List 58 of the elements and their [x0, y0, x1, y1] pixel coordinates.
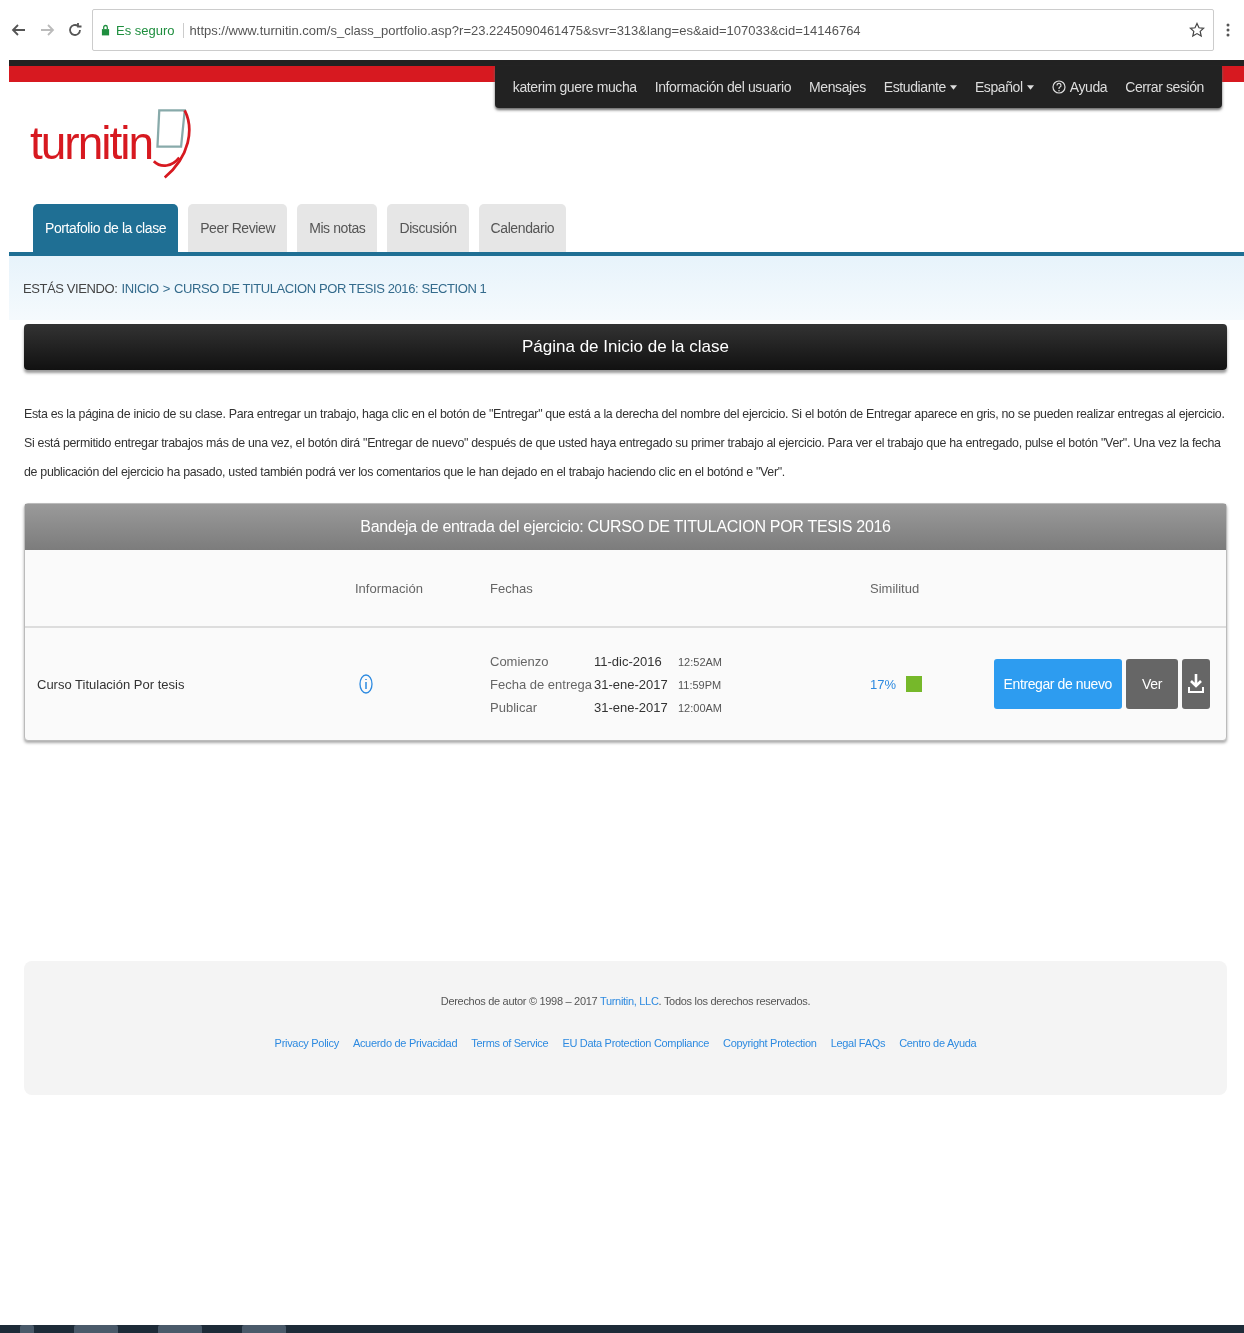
lock-icon [101, 24, 110, 36]
info-icon[interactable] [359, 674, 373, 694]
date-value: 31-ene-2017 [594, 676, 669, 692]
secure-label: Es seguro [116, 22, 184, 38]
tab[interactable]: Portafolio de la clase [33, 204, 179, 252]
download-button[interactable] [1182, 659, 1210, 709]
user-menu-link[interactable]: Información del usuario [654, 79, 792, 95]
start-button[interactable] [20, 1325, 34, 1333]
help-icon [1051, 80, 1066, 94]
date-label: Publicar [490, 699, 538, 715]
breadcrumb-link[interactable]: CURSO DE TITULACION POR TESIS 2016: SECTION 1 [174, 280, 487, 296]
footer-link[interactable]: Legal FAQs [830, 1037, 886, 1049]
caret-icon [949, 84, 957, 90]
tab[interactable]: Peer Review [188, 204, 288, 252]
user-menu-link[interactable]: Mensajes [809, 79, 866, 95]
column-header: Fechas [489, 580, 534, 596]
time-value: 11:59PM [678, 678, 722, 691]
tab[interactable]: Discusión [387, 204, 469, 252]
page-title: Página de Inicio de la clase [24, 324, 1227, 370]
caret-icon [1026, 84, 1034, 90]
user-menu-link[interactable]: katerim guere mucha [512, 79, 637, 95]
download-icon [1188, 672, 1204, 693]
footer-link[interactable]: Centro de Ayuda [899, 1037, 977, 1049]
company-link[interactable]: Turnitin, LLC [599, 995, 659, 1007]
similarity-link[interactable]: 17% [870, 676, 897, 692]
view-button[interactable]: Ver [1126, 659, 1178, 709]
tab[interactable]: Mis notas [297, 204, 378, 252]
footer-link[interactable]: Privacy Policy [274, 1037, 339, 1049]
address-bar[interactable]: Es seguro https://www.turnitin.com/s_class_portfolio.asp?r=23.2245090461475&svr=313&lang=es&aid=107033&cid=14146764 [92, 9, 1214, 51]
date-label: Comienzo [490, 653, 550, 669]
column-header: Similitud [869, 580, 921, 596]
breadcrumb-separator: > [162, 280, 171, 296]
turnitin-logo[interactable]: turnitin [30, 103, 193, 183]
date-value: 11-dic-2016 [594, 653, 663, 669]
breadcrumb-link[interactable]: INICIO [121, 280, 159, 296]
user-menu-link[interactable]: Ayuda [1051, 79, 1108, 95]
time-value: 12:52AM [678, 655, 723, 668]
breadcrumb-label: ESTÁS VIENDO: [23, 280, 118, 296]
user-menu-link[interactable]: Español [974, 79, 1034, 95]
time-value: 12:00AM [678, 701, 723, 714]
user-menu-link[interactable]: Cerrar sesión [1125, 79, 1204, 95]
column-header: Información [354, 580, 424, 596]
inbox-title: Bandeja de entrada del ejercicio: CURSO DE TITULACION POR TESIS 2016 [25, 504, 1226, 550]
footer-link[interactable]: Acuerdo de Privacidad [352, 1037, 458, 1049]
tab[interactable]: Calendario [478, 204, 567, 252]
date-label: Fecha de entrega [490, 676, 590, 692]
footer-link[interactable]: Terms of Service [471, 1037, 549, 1049]
footer-link[interactable]: EU Data Protection Compliance [562, 1037, 709, 1049]
resubmit-button[interactable]: Entregar de nuevo [993, 659, 1122, 709]
square-icon [906, 676, 923, 692]
intro-paragraph: Esta es la página de inicio de su clase. Para entregar un trabajo, haga clic en el botón de "Entregar" que está a la derecha del nombre del ejercicio. Si el botón de Entregar aparece en gris, no se pueden realizar entregas al ejercicio. Si está permitido entregar trabajos más de una vez, el botón dirá "Entregar de nuevo" después de que usted haya entregado su primer trabajo al ejercicio. Para ver el trabajo que ha entregado, pulse el botón "Ver". Una vez la fecha de publicación del ejercicio ha pasado, usted también podrá ver los comentarios que le han dejado en el trabajo haciendo clic en el botónd e "Ver". [24, 406, 1226, 481]
copyright-text: Derechos de autor © 1998 – 2017 Turnitin, LLC. Todos los derechos reservados. [440, 995, 811, 1007]
assignment-name: Curso Titulación Por tesis [36, 676, 186, 692]
url-text: https://www.turnitin.com/s_class_portfolio.asp?r=23.2245090461475&svr=313&lang=es&aid=107033&cid=14146764 [189, 22, 862, 38]
date-value: 31-ene-2017 [594, 699, 669, 715]
star-icon[interactable] [1189, 22, 1205, 38]
footer-link[interactable]: Copyright Protection [723, 1037, 817, 1049]
user-menu-link[interactable]: Estudiante [883, 79, 957, 95]
